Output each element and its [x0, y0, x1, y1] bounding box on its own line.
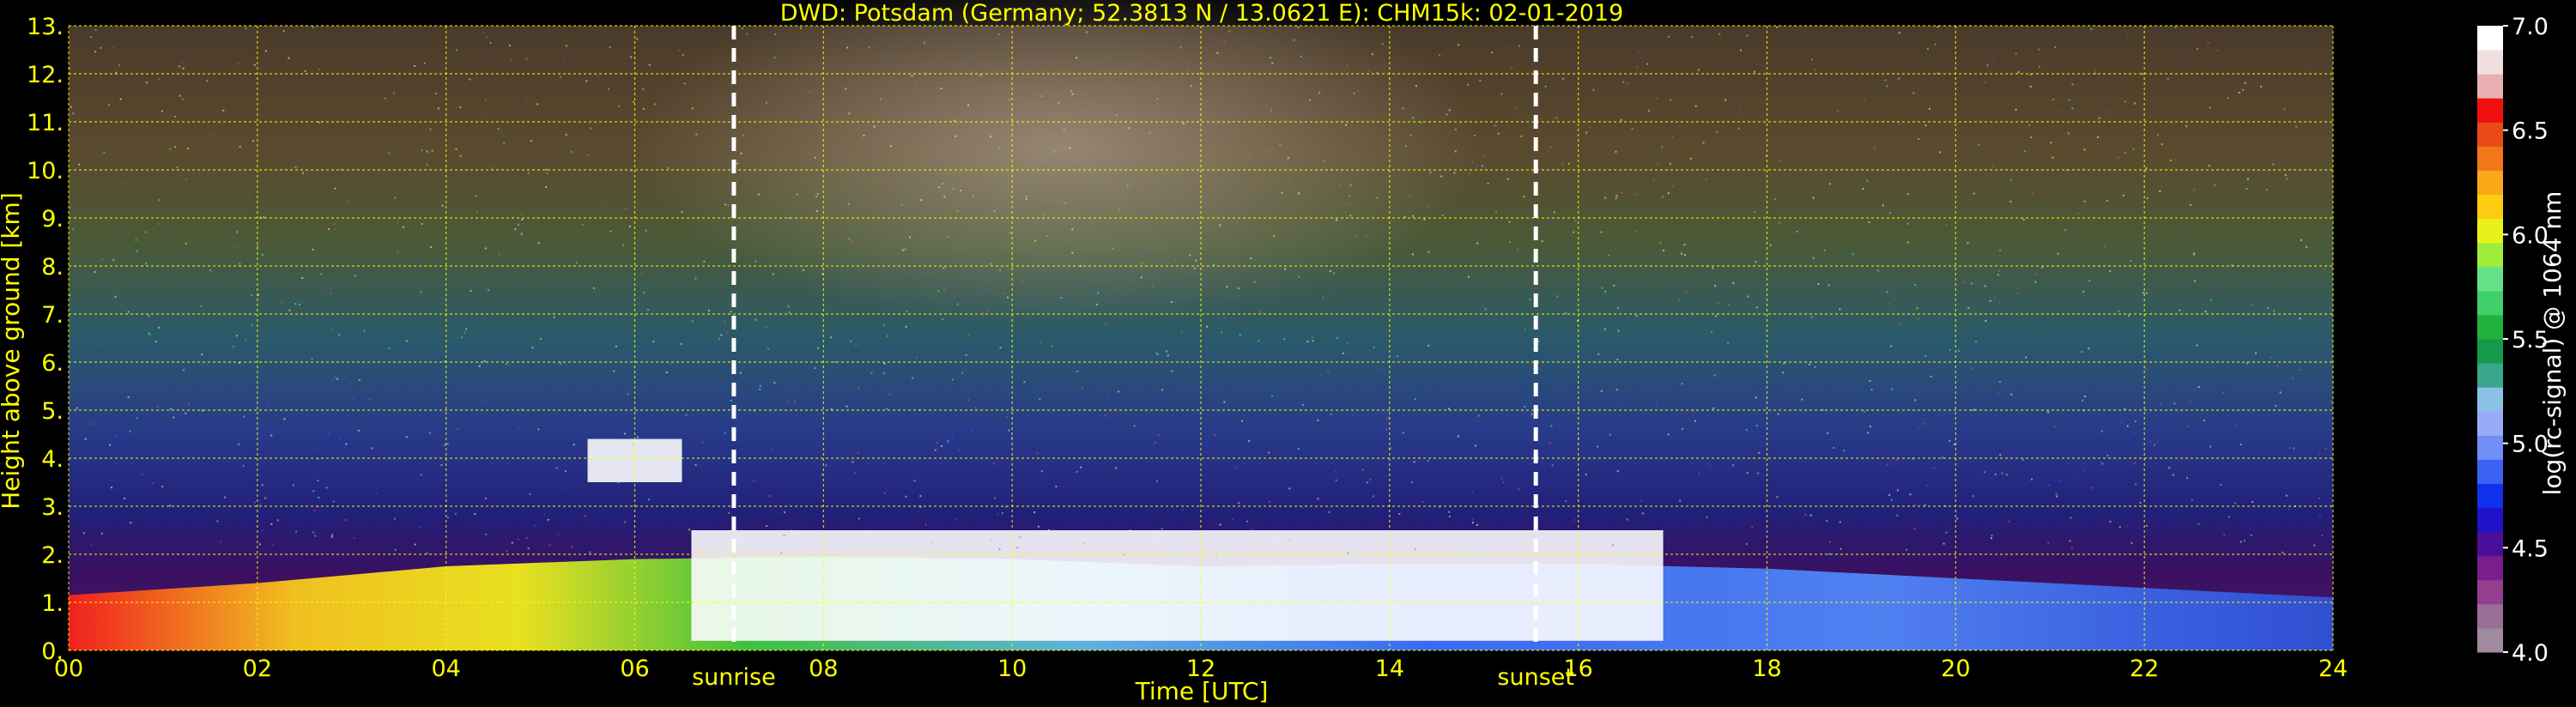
colorbar-tick-label: 4.0	[2512, 640, 2549, 667]
cloud-layer	[691, 530, 1664, 641]
y-tick-label: 1.	[41, 590, 64, 617]
colorbar-tick-label: 7.0	[2512, 14, 2549, 40]
y-tick-label: 12.	[27, 62, 64, 88]
colorbar-segment	[2477, 555, 2503, 581]
y-tick-label: 4.	[41, 446, 64, 473]
y-tick-label: 8.	[41, 254, 64, 281]
x-tick-label: 22	[2130, 656, 2159, 682]
colorbar-segment	[2477, 435, 2503, 460]
y-tick-label: 13.	[27, 14, 64, 40]
y-tick-label: 7.	[41, 302, 64, 329]
annotation-label: sunrise	[692, 664, 776, 691]
y-tick-label: 6.	[41, 350, 64, 377]
colorbar-segment	[2477, 363, 2503, 388]
colorbar-segment	[2477, 74, 2503, 99]
colorbar-segment	[2477, 483, 2503, 509]
y-tick-label: 0.	[41, 638, 64, 665]
colorbar-segment	[2477, 50, 2503, 75]
colorbar-segment	[2477, 122, 2503, 147]
y-axis-label: Height above ground [km]	[0, 192, 25, 510]
x-tick-label: 18	[1752, 656, 1781, 682]
colorbar-segment	[2477, 459, 2503, 484]
colorbar-segment	[2477, 290, 2503, 316]
colorbar-label: log(rc-signal) @ 1064 nm	[2538, 191, 2567, 496]
colorbar-segment	[2477, 314, 2503, 340]
y-tick-label: 11.	[27, 110, 64, 136]
colorbar-segment	[2477, 242, 2503, 268]
colorbar-segment	[2477, 26, 2503, 51]
x-tick-label: 02	[243, 656, 272, 682]
colorbar-tick-label: 6.5	[2512, 118, 2549, 145]
colorbar-segment	[2477, 218, 2503, 244]
y-tick-label: 9.	[41, 206, 64, 233]
colorbar-segment	[2477, 170, 2503, 196]
colorbar-segment	[2477, 98, 2503, 123]
colorbar-segment	[2477, 146, 2503, 171]
colorbar-segment	[2477, 579, 2503, 605]
x-tick-label: 14	[1375, 656, 1404, 682]
colorbar-segment	[2477, 339, 2503, 364]
x-tick-label: 24	[2318, 656, 2348, 682]
y-tick-label: 2.	[41, 542, 64, 569]
colorbar-segment	[2477, 411, 2503, 436]
chart-title: DWD: Potsdam (Germany; 52.3813 N / 13.06…	[780, 0, 1624, 27]
colorbar-segment	[2477, 194, 2503, 220]
x-tick-label: 06	[620, 656, 649, 682]
x-axis-label: Time [UTC]	[1135, 677, 1269, 705]
colorbar-segment	[2477, 387, 2503, 412]
x-tick-label: 16	[1563, 656, 1592, 682]
colorbar-segment	[2477, 266, 2503, 292]
x-tick-label: 10	[997, 656, 1027, 682]
x-tick-label: 20	[1941, 656, 1970, 682]
ceilometer-chart: sunrise sunset 00 02 04 06 08 10 12 14 16 18 20 22 24…	[0, 0, 2576, 707]
x-tick-label: 08	[809, 656, 838, 682]
colorbar-segment	[2477, 603, 2503, 629]
colorbar-segment	[2477, 507, 2503, 533]
colorbar	[2477, 26, 2503, 653]
y-tick-label: 10.	[27, 158, 64, 184]
y-tick-label: 3.	[41, 494, 64, 521]
colorbar-segment	[2477, 531, 2503, 557]
x-tick-label: 04	[431, 656, 460, 682]
colorbar-tick-label: 4.5	[2512, 535, 2549, 562]
y-tick-label: 5.	[41, 398, 64, 425]
colorbar-segment	[2477, 627, 2503, 653]
